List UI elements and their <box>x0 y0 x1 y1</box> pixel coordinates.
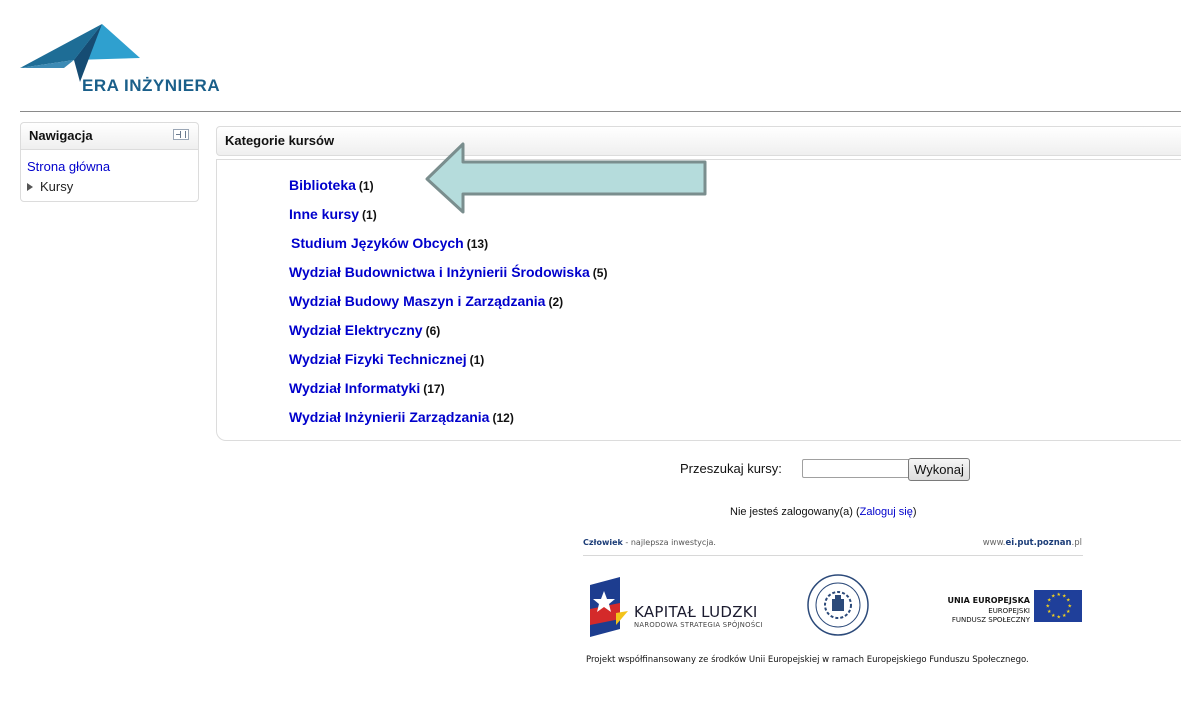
banner-slogan: Człowiek - najlepsza inwestycja. <box>583 538 716 547</box>
login-info: Nie jesteś zalogowany(a) (Zaloguj się) <box>730 506 917 518</box>
svg-text:★: ★ <box>1051 613 1056 619</box>
banner-footer-text: Projekt współfinansowany ze środków Unii… <box>586 655 1029 665</box>
search-button[interactable]: Wykonaj <box>908 458 970 481</box>
category-item: Wydział Budownictwa i Inżynierii Środowi… <box>289 264 607 293</box>
eu-subtitle-1: EUROPEJSKI <box>988 607 1030 615</box>
search-label: Przeszukaj kursy: <box>680 461 782 476</box>
categories-title: Kategorie kursów <box>225 133 335 148</box>
svg-text:★: ★ <box>1066 609 1071 615</box>
navigation-header: Nawigacja <box>21 123 198 150</box>
logo-wing-icon <box>20 24 140 82</box>
login-prefix: Nie jesteś zalogowany(a) ( <box>730 506 860 518</box>
logo-text: ERA INŻYNIERA <box>82 76 221 95</box>
kapital-ludzki-title: KAPITAŁ LUDZKI <box>634 603 758 621</box>
banner-url-bold: ei.put.poznan <box>1005 538 1072 548</box>
annotation-arrow-icon <box>425 142 707 214</box>
category-count: (5) <box>592 266 608 280</box>
banner-url-pre: www. <box>982 538 1006 548</box>
category-item: Wydział Budowy Maszyn i Zarządzania (2) <box>289 293 607 322</box>
category-count: (13) <box>466 237 489 251</box>
svg-text:★: ★ <box>1051 594 1056 600</box>
banner-slogan-bold: Człowiek <box>583 538 623 547</box>
site-logo[interactable]: ERA INŻYNIERA <box>20 22 240 96</box>
svg-text:★: ★ <box>1047 609 1052 615</box>
category-link[interactable]: Wydział Informatyki <box>289 380 420 396</box>
banner-url-post: .pl <box>1071 538 1082 548</box>
eu-subtitle-2: FUNDUSZ SPOŁECZNY <box>951 616 1030 624</box>
svg-text:★: ★ <box>1057 592 1062 598</box>
navigation-block: Nawigacja Strona główna Kursy <box>20 122 199 202</box>
category-item: Wydział Informatyki (17) <box>289 380 607 409</box>
nav-home-link[interactable]: Strona główna <box>27 159 110 174</box>
category-link[interactable]: Wydział Budowy Maszyn i Zarządzania <box>289 293 545 309</box>
category-link[interactable]: Wydział Fizyki Technicznej <box>289 351 467 367</box>
kapital-ludzki-subtitle: NARODOWA STRATEGIA SPÓJNOŚCI <box>634 621 763 629</box>
category-item: Wydział Elektryczny (6) <box>289 322 607 351</box>
banner-url: www.ei.put.poznan.pl <box>983 538 1082 548</box>
header-divider <box>20 111 1181 112</box>
category-link[interactable]: Studium Języków Obcych <box>291 235 464 251</box>
expand-arrow-icon <box>27 182 33 191</box>
eu-title: UNIA EUROPEJSKA <box>947 596 1030 605</box>
login-suffix: ) <box>912 506 917 518</box>
category-count: (12) <box>492 411 514 425</box>
category-count: (2) <box>548 295 564 309</box>
category-count: (1) <box>362 208 377 222</box>
category-link[interactable]: Wydział Elektryczny <box>289 322 423 338</box>
search-input[interactable] <box>802 459 914 478</box>
banner-slogan-rest: - najlepsza inwestycja. <box>622 538 716 547</box>
university-seal-icon <box>807 574 869 636</box>
svg-text:★: ★ <box>1046 604 1051 610</box>
eu-flag-icon: ★ ★★ ★★★ ★★★ ★★★ <box>1034 590 1082 622</box>
category-link[interactable]: Inne kursy <box>289 206 359 222</box>
category-count: (17) <box>423 382 445 396</box>
nav-courses-label: Kursy <box>40 179 74 194</box>
category-item: Wydział Inżynierii Zarządzania (12) <box>289 409 607 438</box>
dock-block-icon[interactable] <box>173 129 189 140</box>
svg-text:★: ★ <box>1057 615 1062 621</box>
category-item: Wydział Fizyki Technicznej (1) <box>289 351 607 380</box>
category-link[interactable]: Wydział Inżynierii Zarządzania <box>289 409 489 425</box>
category-count: (1) <box>469 353 485 367</box>
kapital-ludzki-logo-icon <box>590 577 628 637</box>
banner-divider <box>583 555 1083 556</box>
category-link[interactable]: Wydział Budownictwa i Inżynierii Środowi… <box>289 264 590 280</box>
category-count: (1) <box>358 179 374 193</box>
navigation-title: Nawigacja <box>29 128 93 143</box>
nav-courses-item[interactable]: Kursy <box>27 179 73 194</box>
eu-funding-banner: Człowiek - najlepsza inwestycja. www.ei.… <box>578 533 1088 671</box>
category-link[interactable]: Biblioteka <box>289 177 356 193</box>
svg-text:★: ★ <box>1062 613 1067 619</box>
login-link[interactable]: Zaloguj się <box>860 506 913 518</box>
category-item: Studium Języków Obcych (13) <box>291 235 607 264</box>
category-count: (6) <box>425 324 441 338</box>
